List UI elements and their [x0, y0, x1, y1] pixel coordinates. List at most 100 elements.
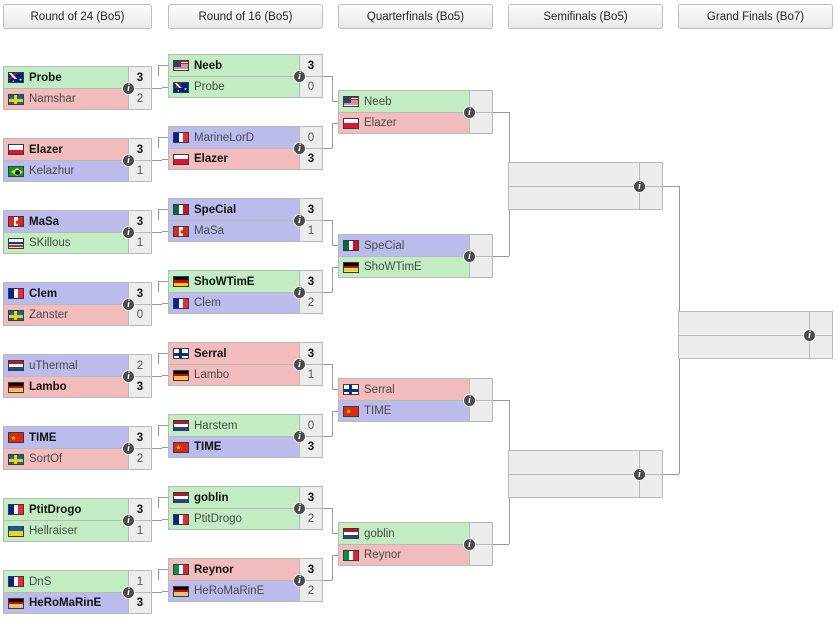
match-details-icon[interactable]: i: [293, 357, 306, 371]
player-name: Elazer: [364, 117, 397, 129]
opponent-main: Neeb: [169, 55, 299, 76]
bracket-connector-line: [152, 520, 162, 521]
player-name: goblin: [364, 527, 395, 540]
flag-icon-fr: [173, 297, 189, 309]
bracket-connector-line: [332, 411, 333, 436]
flag-icon-ru: [8, 237, 24, 249]
round-header-ro16[interactable]: Round of 16 (Bo5): [168, 4, 323, 29]
flag-icon-br: [8, 165, 24, 177]
bracket-connector-line: [493, 112, 509, 113]
player-name: uThermal: [29, 359, 78, 372]
opponent-main: Clem: [169, 293, 299, 313]
match-details-icon[interactable]: i: [122, 225, 135, 239]
player-name: TIME: [364, 405, 392, 417]
match-details-icon[interactable]: i: [293, 141, 306, 155]
bracket-connector-line: [158, 209, 159, 220]
player-name: Lambo: [194, 369, 230, 381]
flag-icon-de: [173, 585, 189, 597]
flag-icon-fr: [173, 513, 189, 525]
match-details-icon[interactable]: i: [122, 153, 135, 167]
opponent-main: SortOf: [4, 449, 128, 469]
match-details-icon[interactable]: i: [463, 249, 476, 263]
player-name: Clem: [194, 297, 221, 309]
bracket-connector-line: [323, 364, 332, 365]
round-header-semifinals[interactable]: Semifinals (Bo5): [508, 4, 663, 29]
opponent-main: Reynor: [169, 559, 299, 580]
flag-icon-nl: [8, 360, 24, 371]
opponent-main: DnS: [4, 571, 128, 592]
opponent-main: Lambo: [169, 365, 299, 385]
match-details-icon[interactable]: i: [293, 213, 306, 227]
match-details-icon[interactable]: i: [122, 441, 135, 455]
opponent-main: Reynor: [339, 545, 469, 565]
opponent-main: Clem: [4, 283, 128, 304]
opponent-main: HeRoMaRinE: [4, 593, 128, 613]
match-details-icon[interactable]: i: [463, 537, 476, 551]
player-name: Neeb: [364, 95, 392, 108]
opponent-main: Probe: [4, 67, 128, 88]
player-name: SortOf: [29, 453, 63, 465]
flag-icon-fr: [8, 576, 24, 587]
bracket-connector-line: [332, 555, 333, 580]
match-details-icon[interactable]: i: [803, 328, 816, 342]
bracket-connector-line: [679, 347, 680, 474]
round-header-ro24[interactable]: Round of 24 (Bo5): [3, 4, 152, 29]
match-details-icon[interactable]: i: [293, 69, 306, 83]
bracket-connector-line: [323, 436, 332, 437]
bracket-connector-line: [152, 448, 162, 449]
player-name: Elazer: [29, 143, 63, 156]
round-header-grandfinals[interactable]: Grand Finals (Bo7): [678, 4, 833, 29]
match-details-icon[interactable]: i: [122, 297, 135, 311]
bracket-connector-line: [663, 474, 679, 475]
opponent-main: ShoWTimE: [339, 257, 469, 277]
opponent-main: PtitDrogo: [4, 499, 128, 520]
flag-icon-fr: [173, 132, 189, 143]
flag-icon-nl: [173, 420, 189, 431]
bracket-connector-line: [663, 186, 679, 187]
flag-icon-us: [173, 60, 189, 71]
match-details-icon[interactable]: i: [633, 179, 646, 193]
match-details-icon[interactable]: i: [122, 513, 135, 527]
round-header-quarterfinals[interactable]: Quarterfinals (Bo5): [338, 4, 493, 29]
player-name: PtitDrogo: [194, 513, 242, 525]
player-name: TIME: [29, 431, 57, 444]
player-name: DnS: [29, 575, 52, 588]
match-details-icon[interactable]: i: [122, 585, 135, 599]
flag-icon-pl: [173, 153, 189, 165]
opponent-main: TIME: [339, 401, 469, 421]
opponent-main: Serral: [169, 343, 299, 364]
bracket-connector-line: [158, 425, 159, 436]
match-details-icon[interactable]: i: [122, 369, 135, 383]
flag-icon-nl: [343, 528, 359, 539]
match-details-icon[interactable]: i: [122, 81, 135, 95]
flag-icon-fr: [8, 504, 24, 515]
flag-icon-mx: [343, 240, 359, 251]
player-name: Lambo: [29, 381, 67, 393]
match-details-icon[interactable]: i: [633, 467, 646, 481]
flag-icon-de: [173, 276, 189, 287]
match-details-icon[interactable]: i: [293, 573, 306, 587]
bracket-connector-line: [158, 569, 159, 580]
opponent-main: Neeb: [339, 91, 469, 112]
match-details-icon[interactable]: i: [293, 285, 306, 299]
opponent-main: MaSa: [169, 221, 299, 241]
bracket-connector-line: [152, 592, 162, 593]
player-name: TIME: [194, 441, 222, 453]
opponent-main: MaSa: [4, 211, 128, 232]
match-details-icon[interactable]: i: [293, 429, 306, 443]
opponent-main: TIME: [169, 437, 299, 457]
player-name: Reynor: [194, 563, 234, 576]
flag-icon-pl: [343, 117, 359, 129]
opponent-main: uThermal: [4, 355, 128, 376]
bracket-connector-line: [152, 160, 162, 161]
match-details-icon[interactable]: i: [463, 105, 476, 119]
bracket-connector-line: [158, 137, 159, 148]
match-details-icon[interactable]: i: [463, 393, 476, 407]
player-name: HeRoMaRinE: [29, 597, 102, 609]
opponent-main: SpeCial: [169, 199, 299, 220]
opponent-main: Namshar: [4, 89, 128, 109]
opponent-main: TIME: [4, 427, 128, 448]
bracket-connector-line: [323, 508, 332, 509]
match-details-icon[interactable]: i: [293, 501, 306, 515]
bracket-connector-line: [679, 186, 680, 323]
